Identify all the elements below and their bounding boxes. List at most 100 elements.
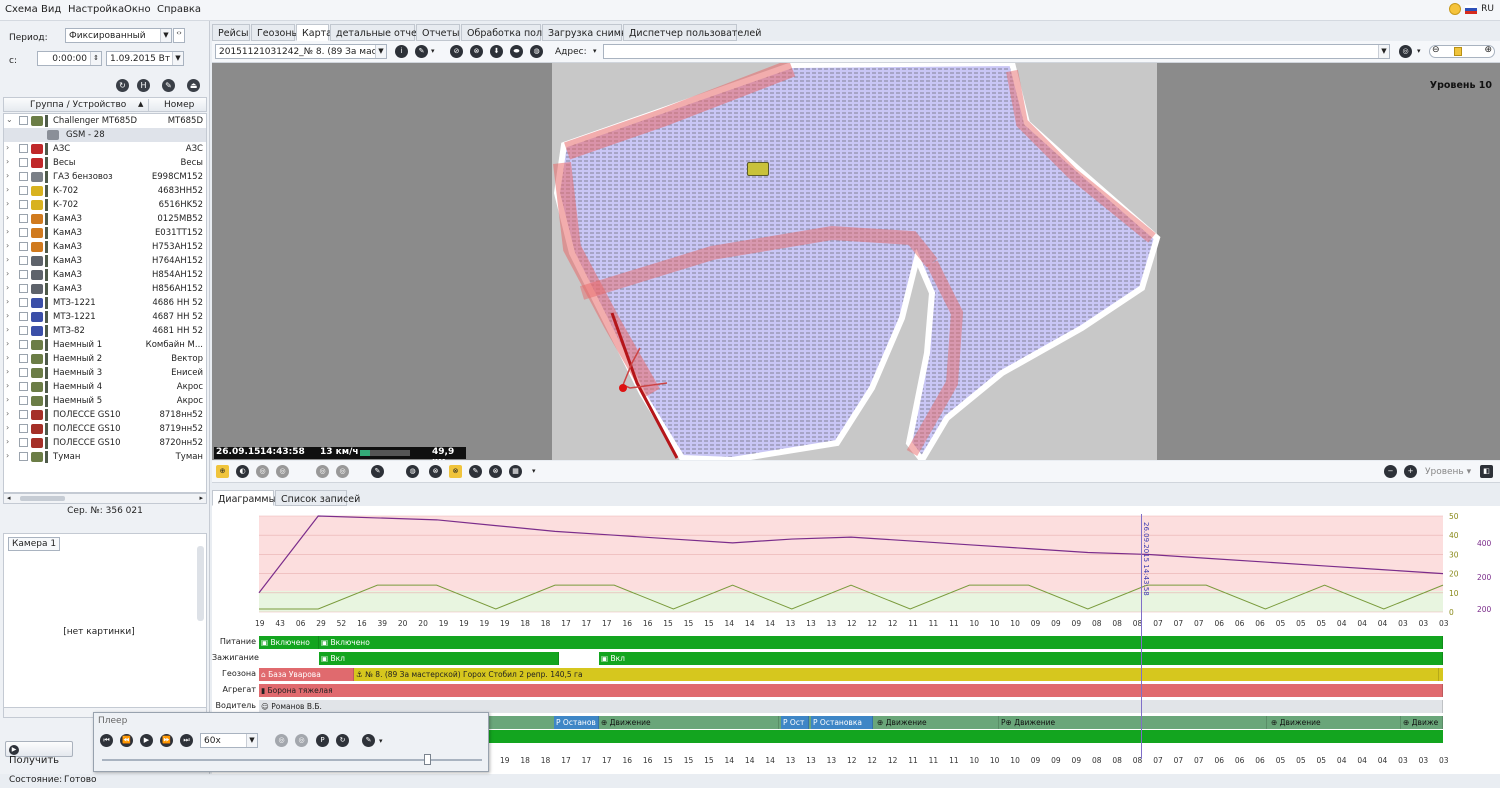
geozone-seg[interactable]: ⚓ № 8. (89 За мастерской) Горох Стобил 2…: [354, 668, 1439, 681]
expand-icon[interactable]: ›: [6, 381, 9, 390]
tree-row[interactable]: › ПОЛЕССЕ GS10 8719нн52: [4, 422, 206, 436]
date-input[interactable]: 1.09.2015 Вт ▼: [106, 51, 184, 66]
tree-row[interactable]: › КамАЗ H856AH152: [4, 282, 206, 296]
tree-row[interactable]: › Весы Весы: [4, 156, 206, 170]
movement-seg[interactable]: P Остановка: [811, 716, 873, 729]
menu-view[interactable]: Вид: [41, 4, 61, 15]
expand-icon[interactable]: ›: [6, 171, 9, 180]
period-select[interactable]: Фиксированный ▼: [65, 28, 172, 43]
language-area[interactable]: RU: [1449, 3, 1494, 15]
parking-icon[interactable]: P: [316, 734, 329, 747]
tree-row[interactable]: › ГАЗ бензовоз E998CM152: [4, 170, 206, 184]
ruler-icon[interactable]: ◍: [406, 465, 419, 478]
rewind-icon[interactable]: ⏪: [120, 734, 133, 747]
player-slider[interactable]: [102, 754, 482, 765]
track-select[interactable]: 20151121031242_№ 8. (89 За масте... ▼: [215, 44, 387, 59]
row-checkbox[interactable]: [19, 340, 28, 349]
power-seg[interactable]: ▣ Включено: [319, 636, 1443, 649]
time-cursor[interactable]: [1141, 514, 1142, 759]
road-icon[interactable]: ⬬: [510, 45, 523, 58]
tab-0[interactable]: Рейсы: [212, 24, 250, 41]
tree-row[interactable]: › АЗС АЗС: [4, 142, 206, 156]
expand-icon[interactable]: ›: [6, 185, 9, 194]
bottom-tab-0[interactable]: Диаграммы: [212, 490, 276, 506]
expand-icon[interactable]: ›: [6, 297, 9, 306]
smiley-icon[interactable]: [1449, 3, 1462, 15]
tractor-icon[interactable]: [747, 162, 769, 176]
zoom-out-icon[interactable]: −: [1384, 465, 1397, 478]
tab-5[interactable]: Обработка полей: [461, 24, 554, 41]
close-icon[interactable]: ⊗: [489, 465, 502, 478]
col-number[interactable]: Номер: [164, 100, 194, 110]
tree-row[interactable]: › КамАЗ H753AH152: [4, 240, 206, 254]
address-input[interactable]: ▼: [603, 44, 1390, 59]
camera-tab[interactable]: Камера 1: [8, 537, 61, 551]
layer2-icon[interactable]: ⊗: [470, 45, 483, 58]
row-checkbox[interactable]: [19, 284, 28, 293]
movement-seg[interactable]: P Ост: [781, 716, 809, 729]
row-checkbox[interactable]: [19, 144, 28, 153]
pen-icon[interactable]: ✎: [469, 465, 482, 478]
expand-icon[interactable]: ›: [6, 423, 9, 432]
expand-icon[interactable]: ›: [6, 241, 9, 250]
tree-row[interactable]: › КамАЗ E031TT152: [4, 226, 206, 240]
chevron-down-icon[interactable]: ▾: [431, 47, 435, 55]
row-checkbox[interactable]: [19, 158, 28, 167]
chart[interactable]: 50 40 30 20 10 0 400 200 200 26.09.2015 14:43:58: [212, 512, 1500, 630]
row-checkbox[interactable]: [19, 438, 28, 447]
expand-icon[interactable]: ›: [6, 213, 9, 222]
ignition-seg[interactable]: ▣ Вкл: [599, 652, 1443, 665]
fullscreen-icon[interactable]: ◧: [1480, 465, 1493, 478]
camera-scrollbar[interactable]: [197, 546, 204, 621]
expand-icon[interactable]: ›: [6, 143, 9, 152]
disabled2-icon[interactable]: ◎: [276, 465, 289, 478]
row-checkbox[interactable]: [19, 186, 28, 195]
tab-2[interactable]: Карта: [296, 24, 332, 41]
cancel-active-icon[interactable]: ⊗: [449, 465, 462, 478]
zoom-thumb[interactable]: [1454, 47, 1462, 56]
fast-forward-icon[interactable]: ⏩: [160, 734, 173, 747]
expand-icon[interactable]: ›: [6, 157, 9, 166]
expand-icon[interactable]: ›: [6, 409, 9, 418]
layer-icon[interactable]: ⊘: [450, 45, 463, 58]
tree-row[interactable]: › МТЗ-82 4681 HH 52: [4, 324, 206, 338]
movement-seg[interactable]: ⊕ Движе: [1401, 716, 1443, 729]
row-checkbox[interactable]: [19, 256, 28, 265]
expand-icon[interactable]: ›: [6, 269, 9, 278]
expand-icon[interactable]: ›: [6, 283, 9, 292]
wrench-icon[interactable]: ✎: [371, 465, 384, 478]
tree-row[interactable]: › Наемный 3 Енисей: [4, 366, 206, 380]
expand-icon[interactable]: ›: [6, 311, 9, 320]
col-group[interactable]: Группа / Устройство: [30, 100, 126, 110]
zoom-in-icon[interactable]: +: [1404, 465, 1417, 478]
cancel-icon[interactable]: ⊗: [429, 465, 442, 478]
tree-row[interactable]: › МТЗ-1221 4686 HH 52: [4, 296, 206, 310]
tab-3[interactable]: детальные отчеты: [330, 24, 430, 41]
expand-icon[interactable]: ›: [6, 339, 9, 348]
power-seg[interactable]: ▣ Включено: [259, 636, 319, 649]
row-checkbox[interactable]: [19, 172, 28, 181]
row-checkbox[interactable]: [19, 200, 28, 209]
time-input[interactable]: 0:00:00 ⇕: [37, 51, 102, 66]
row-checkbox[interactable]: [19, 116, 28, 125]
tree-row[interactable]: ⌄ Challenger MT685D MT685D: [4, 114, 206, 128]
row-checkbox[interactable]: [19, 382, 28, 391]
wrench-icon[interactable]: ✎: [362, 734, 375, 747]
tree-row[interactable]: › МТЗ-1221 4687 HH 52: [4, 310, 206, 324]
menu-settings[interactable]: Настройка: [68, 4, 124, 15]
menu-window[interactable]: Окно: [124, 4, 151, 15]
tree-row[interactable]: › КамАЗ H764AH152: [4, 254, 206, 268]
disabled-icon[interactable]: ◎: [256, 465, 269, 478]
row-checkbox[interactable]: [19, 368, 28, 377]
chevron-down-icon[interactable]: ▾: [1417, 47, 1421, 55]
tree-row[interactable]: › Наемный 1 Комбайн М...: [4, 338, 206, 352]
row-checkbox[interactable]: [19, 452, 28, 461]
row-checkbox[interactable]: [19, 270, 28, 279]
get-button[interactable]: ▶Получить: [5, 741, 73, 766]
zoom-slider[interactable]: ⊖ ⊕: [1429, 45, 1495, 58]
refresh-icon[interactable]: ↻: [116, 79, 129, 92]
play-icon[interactable]: ▶: [140, 734, 153, 747]
skip-end-icon[interactable]: ⏭: [180, 734, 193, 747]
tree-row[interactable]: › КамАЗ 0125MB52: [4, 212, 206, 226]
tree-row[interactable]: › Наемный 2 Вектор: [4, 352, 206, 366]
